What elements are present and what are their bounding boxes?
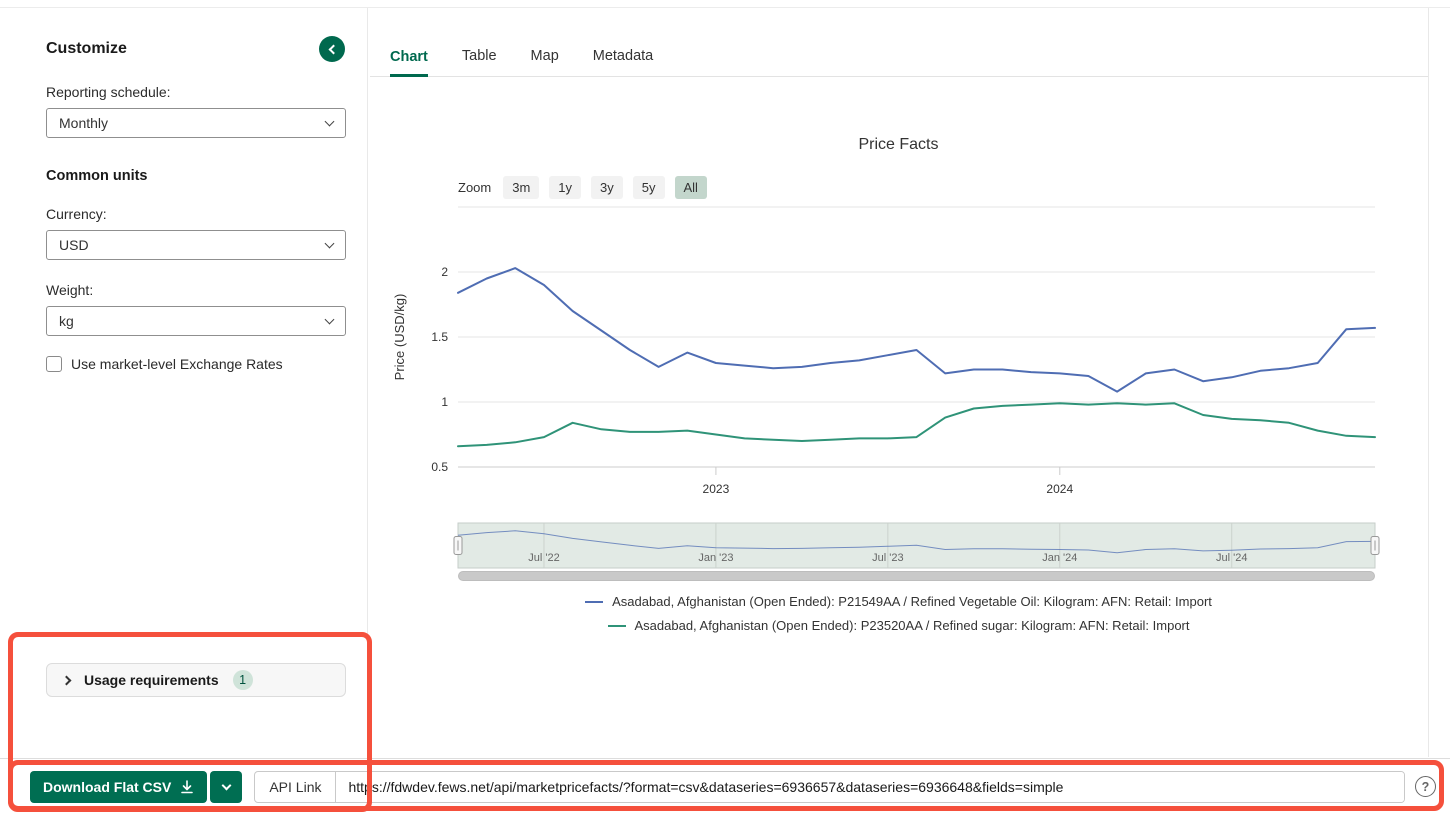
api-url-input[interactable] [336,772,1404,802]
svg-text:Price (USD/kg): Price (USD/kg) [392,294,407,381]
help-icon[interactable]: ? [1415,776,1436,797]
weight-value: kg [59,313,74,329]
reporting-schedule-select[interactable]: Monthly [46,108,346,138]
svg-text:Jan '23: Jan '23 [698,552,733,564]
chart-legend: Asadabad, Afghanistan (Open Ended): P215… [369,594,1428,633]
legend-label: Asadabad, Afghanistan (Open Ended): P235… [635,618,1190,633]
chevron-right-icon [62,675,72,685]
collapse-panel-button[interactable] [319,36,345,62]
svg-text:1.5: 1.5 [431,330,448,344]
reporting-schedule-value: Monthly [59,115,108,131]
chevron-down-icon [325,116,335,126]
exchange-rates-row: Use market-level Exchange Rates [46,356,345,372]
svg-text:Jul '24: Jul '24 [1216,552,1247,564]
customize-title: Customize [46,40,127,58]
svg-text:Jul '23: Jul '23 [872,552,903,564]
series-line-icon [585,601,603,603]
right-divider [1428,8,1429,757]
svg-text:Jul '22: Jul '22 [528,552,559,564]
weight-select[interactable]: kg [46,306,346,336]
exchange-rates-label: Use market-level Exchange Rates [71,356,283,372]
svg-text:0.5: 0.5 [431,460,448,474]
tab-metadata[interactable]: Metadata [593,48,653,76]
price-facts-chart[interactable]: 0.5 1 1.5 2 Price (USD/kg) 2023 2024 Jul '22 Jan… [390,130,1420,590]
chevron-left-icon [329,44,339,54]
download-icon [180,780,194,794]
legend-item-vegetable-oil[interactable]: Asadabad, Afghanistan (Open Ended): P215… [585,594,1212,609]
chevron-down-icon [325,238,335,248]
currency-label: Currency: [46,206,345,222]
currency-select[interactable]: USD [46,230,346,260]
customize-header: Customize [46,36,345,62]
svg-text:2023: 2023 [703,482,730,496]
tab-table[interactable]: Table [462,48,497,76]
chart-scrollbar[interactable] [458,571,1375,581]
api-link-label[interactable]: API Link [255,772,336,802]
legend-label: Asadabad, Afghanistan (Open Ended): P215… [612,594,1212,609]
currency-value: USD [59,237,89,253]
download-flat-csv-button[interactable]: Download Flat CSV [30,771,207,803]
usage-requirements-button[interactable]: Usage requirements 1 [46,663,346,697]
usage-requirements-count-badge: 1 [233,670,253,690]
usage-requirements-label: Usage requirements [84,672,219,688]
app: Customize Reporting schedule: Monthly Co… [0,0,1450,814]
legend-item-refined-sugar[interactable]: Asadabad, Afghanistan (Open Ended): P235… [608,618,1190,633]
chevron-down-icon [221,780,231,790]
svg-text:2024: 2024 [1046,482,1073,496]
svg-text:Jan '24: Jan '24 [1042,552,1077,564]
customize-panel: Customize Reporting schedule: Monthly Co… [0,8,368,757]
svg-text:1: 1 [441,395,448,409]
api-link-group: API Link [254,771,1405,803]
exchange-rates-checkbox[interactable] [46,356,62,372]
svg-text:2: 2 [441,265,448,279]
chevron-down-icon [325,314,335,324]
common-units-heading: Common units [46,168,345,184]
reporting-schedule-label: Reporting schedule: [46,84,345,100]
series-line-icon [608,625,626,627]
weight-label: Weight: [46,282,345,298]
download-options-button[interactable] [210,771,242,803]
download-label: Download Flat CSV [43,779,171,795]
tab-row: Chart Table Map Metadata [370,8,1428,77]
bottom-bar: Download Flat CSV API Link ? [0,758,1450,814]
tab-chart[interactable]: Chart [390,49,428,77]
tab-map[interactable]: Map [531,48,559,76]
